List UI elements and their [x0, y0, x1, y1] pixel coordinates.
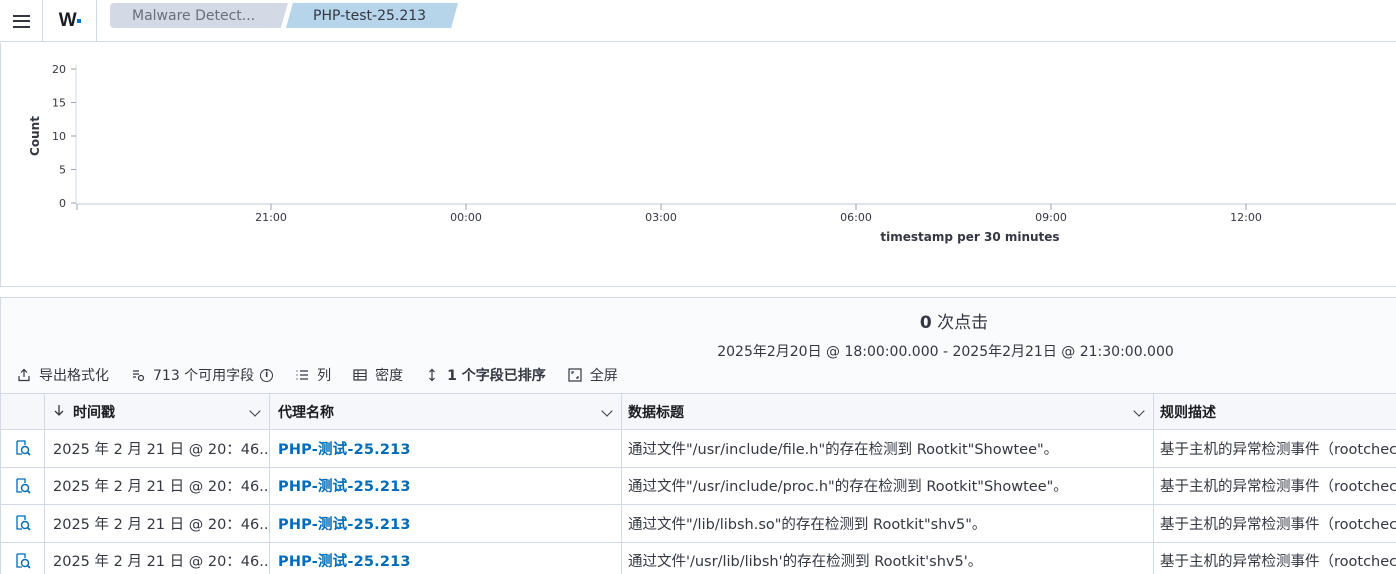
agent-link[interactable]: PHP-测试-25.213: [278, 550, 411, 571]
y-tick-label: 0: [59, 197, 66, 210]
header-label: 时间戳: [73, 404, 115, 421]
agent-link[interactable]: PHP-测试-25.213: [278, 475, 411, 496]
inspect-document-icon[interactable]: [14, 514, 32, 532]
header-expand-column: [1, 394, 45, 429]
y-tick-label: 20: [52, 63, 66, 76]
fields-icon: [131, 368, 145, 382]
export-label: 导出格式化: [39, 368, 109, 384]
chevron-down-icon[interactable]: [1133, 405, 1145, 417]
timestamp-cell: 2025 年 2 月 21 日 @ 20：46...: [45, 542, 270, 574]
row-expand-cell: [1, 542, 45, 574]
header-label: 规则描述: [1160, 404, 1216, 421]
rule-description-cell: 基于主机的异常检测事件（rootcheck）: [1160, 479, 1396, 496]
hits-count-value: 0: [919, 313, 932, 333]
x-tick-label: 03:00: [645, 211, 677, 224]
fullscreen-button[interactable]: 全屏: [568, 365, 618, 385]
table-row: 2025 年 2 月 21 日 @ 20：46... PHP-测试-25.213…: [1, 505, 1396, 543]
breadcrumb-malware-detection[interactable]: Malware Detect...: [110, 3, 288, 28]
agent-name-cell: PHP-测试-25.213: [270, 505, 622, 542]
columns-button[interactable]: 列: [295, 365, 331, 385]
agent-name-cell: PHP-测试-25.213: [270, 542, 622, 574]
breadcrumb-label: PHP-test-25.213: [313, 7, 427, 24]
header-timestamp[interactable]: 时间戳: [45, 394, 270, 429]
events-table: 时间戳 代理名称 数据标题 规则描述 2025 年 2 月 21 日 @ 20：: [1, 393, 1396, 574]
y-tick-label: 10: [52, 130, 66, 143]
inspect-document-icon[interactable]: [14, 477, 32, 495]
breadcrumb-label: Malware Detect...: [132, 7, 256, 24]
agent-name-cell: PHP-测试-25.213: [270, 467, 622, 504]
table-row: 2025 年 2 月 21 日 @ 20：46... PHP-测试-25.213…: [1, 542, 1396, 574]
timestamp-cell: 2025 年 2 月 21 日 @ 20：46...: [45, 467, 270, 504]
results-panel: 0 次点击 2025年2月20日 @ 18:00:00.000 - 2025年2…: [0, 297, 1396, 574]
histogram-panel: 0 5 10 15 20 21:00 00:00 03:00 06:00 09:00 12:00 ti…: [0, 43, 1396, 287]
sort-icon: [425, 368, 439, 382]
timestamp-cell: 2025 年 2 月 21 日 @ 20：46...: [45, 430, 270, 467]
header-agent-name[interactable]: 代理名称: [270, 394, 622, 429]
hamburger-menu-icon[interactable]: [0, 0, 43, 42]
y-axis-title: Count: [28, 116, 42, 156]
export-formatted-button[interactable]: 导出格式化: [17, 365, 109, 385]
export-icon: [17, 368, 31, 382]
histogram-chart: 0 5 10 15 20 21:00 00:00 03:00 06:00 09:00 12:00 ti…: [28, 63, 1396, 244]
x-tick-label: 09:00: [1035, 211, 1067, 224]
x-tick-label: 21:00: [255, 211, 287, 224]
list-icon: [295, 368, 309, 382]
y-tick-label: 5: [59, 164, 66, 177]
x-axis-title: timestamp per 30 minutes: [880, 230, 1059, 244]
header-rule-description[interactable]: 规则描述: [1154, 394, 1396, 429]
x-tick-label: 06:00: [840, 211, 872, 224]
inspect-document-icon[interactable]: [14, 552, 32, 570]
row-expand-cell: [1, 467, 45, 504]
agent-name-cell: PHP-测试-25.213: [270, 430, 622, 467]
table-header: 时间戳 代理名称 数据标题 规则描述: [1, 393, 1396, 430]
chevron-down-icon[interactable]: [601, 405, 613, 417]
header-label: 数据标题: [628, 404, 684, 421]
rule-description-cell: 基于主机的异常检测事件（rootcheck）: [1160, 516, 1396, 533]
agent-link[interactable]: PHP-测试-25.213: [278, 438, 411, 459]
sort-descending-icon: [53, 404, 65, 420]
chevron-down-icon[interactable]: [249, 405, 261, 417]
data-title-cell: 通过文件'/usr/lib/libsh'的存在检测到 Rootkit'shv5'…: [622, 542, 1154, 574]
header-label: 代理名称: [278, 404, 334, 421]
fullscreen-icon: [568, 368, 582, 382]
columns-label: 列: [317, 368, 332, 384]
inspect-document-icon[interactable]: [14, 439, 32, 457]
data-title-cell: 通过文件"/lib/libsh.so"的存在检测到 Rootkit"shv5"。: [622, 505, 1154, 542]
density-label: 密度: [375, 368, 404, 384]
table-row: 2025 年 2 月 21 日 @ 20：46... PHP-测试-25.213…: [1, 430, 1396, 468]
grid-toolbar: 导出格式化 713 个可用字段 i 列 密度 1 个字段已排序 全屏: [17, 365, 640, 385]
fields-label: 713 个可用字段: [153, 368, 255, 384]
sort-fields-button[interactable]: 1 个字段已排序: [425, 365, 546, 385]
x-tick-label: 12:00: [1230, 211, 1262, 224]
table-density-icon: [353, 368, 367, 382]
top-bar: W Malware Detect... PHP-test-25.213: [0, 0, 1396, 42]
row-expand-cell: [1, 430, 45, 467]
data-title-cell: 通过文件"/usr/include/file.h"的存在检测到 Rootkit"…: [622, 430, 1154, 467]
sort-label: 1 个字段已排序: [447, 368, 546, 384]
density-button[interactable]: 密度: [353, 365, 403, 385]
x-tick-label: 00:00: [450, 211, 482, 224]
table-row: 2025 年 2 月 21 日 @ 20：46... PHP-测试-25.213…: [1, 467, 1396, 505]
rule-description-cell: 基于主机的异常检测事件（rootcheck）: [1160, 554, 1396, 571]
rule-description-cell: 基于主机的异常检测事件（rootcheck）: [1160, 441, 1396, 458]
breadcrumb-current-agent[interactable]: PHP-test-25.213: [286, 3, 458, 28]
hits-count-label: 次点击: [931, 313, 989, 333]
available-fields-button[interactable]: 713 个可用字段 i: [131, 365, 274, 385]
data-title-cell: 通过文件"/usr/include/proc.h"的存在检测到 Rootkit"…: [622, 467, 1154, 504]
row-expand-cell: [1, 505, 45, 542]
y-tick-label: 15: [52, 97, 66, 110]
logo-dot: [77, 19, 82, 23]
agent-link[interactable]: PHP-测试-25.213: [278, 513, 411, 534]
logo-text: W: [58, 10, 77, 31]
hits-count: 0 次点击: [1, 308, 1396, 333]
fullscreen-label: 全屏: [589, 368, 618, 384]
header-data-title[interactable]: 数据标题: [622, 394, 1154, 429]
time-range: 2025年2月20日 @ 18:00:00.000 - 2025年2月21日 @…: [717, 344, 1174, 360]
info-icon[interactable]: i: [260, 368, 274, 382]
logo[interactable]: W: [44, 0, 97, 42]
timestamp-cell: 2025 年 2 月 21 日 @ 20：46...: [45, 505, 270, 542]
